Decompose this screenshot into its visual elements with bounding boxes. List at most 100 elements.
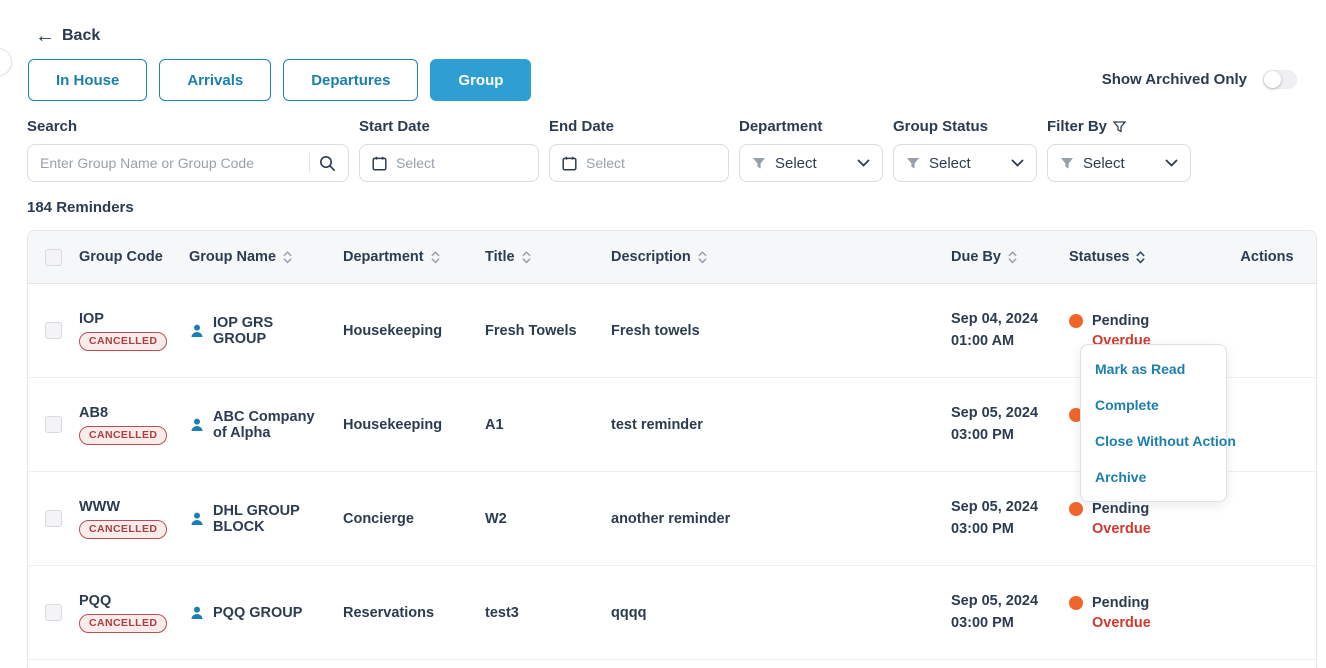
status-badge: CANCELLED bbox=[79, 614, 167, 633]
menu-item-mark-as-read[interactable]: Mark as Read bbox=[1081, 351, 1226, 387]
end-date-placeholder: Select bbox=[586, 155, 625, 171]
sort-icon[interactable] bbox=[698, 251, 707, 264]
end-date-filter: End Date Select bbox=[549, 118, 729, 182]
menu-item-archive[interactable]: Archive bbox=[1081, 459, 1226, 495]
group-code: IOP bbox=[79, 311, 104, 327]
col-statuses[interactable]: Statuses bbox=[1069, 249, 1218, 265]
tab-group[interactable]: Group bbox=[430, 59, 531, 101]
status-badge: CANCELLED bbox=[79, 332, 167, 351]
funnel-icon bbox=[906, 157, 920, 170]
filter-by-filter: Filter By Select bbox=[1047, 118, 1191, 182]
tab-departures[interactable]: Departures bbox=[283, 59, 418, 101]
sort-icon[interactable] bbox=[522, 251, 531, 264]
end-date-label: End Date bbox=[549, 118, 729, 135]
group-code: PQQ bbox=[79, 593, 111, 609]
col-title[interactable]: Title bbox=[485, 249, 611, 265]
col-department[interactable]: Department bbox=[343, 249, 485, 265]
group-code: WWW bbox=[79, 499, 120, 515]
sort-icon[interactable] bbox=[283, 251, 292, 264]
back-arrow-icon: ← bbox=[35, 26, 55, 46]
search-icon[interactable] bbox=[319, 155, 336, 172]
due-date: Sep 04, 2024 bbox=[951, 309, 1055, 330]
group-status-label: Group Status bbox=[893, 118, 1037, 135]
menu-item-complete[interactable]: Complete bbox=[1081, 387, 1226, 423]
chevron-down-icon bbox=[1011, 159, 1024, 167]
col-due-by[interactable]: Due By bbox=[951, 249, 1069, 265]
reminder-description: another reminder bbox=[611, 511, 951, 527]
row-checkbox[interactable] bbox=[45, 416, 62, 433]
tab-in-house[interactable]: In House bbox=[28, 59, 147, 101]
funnel-icon bbox=[1060, 157, 1074, 170]
due-date: Sep 05, 2024 bbox=[951, 591, 1055, 612]
group-name: DHL GROUP BLOCK bbox=[213, 503, 329, 535]
start-date-placeholder: Select bbox=[396, 155, 435, 171]
due-time: 03:00 PM bbox=[951, 519, 1055, 540]
sort-icon-active[interactable] bbox=[1136, 251, 1145, 264]
back-label: Back bbox=[62, 27, 100, 45]
status-badge: CANCELLED bbox=[79, 426, 167, 445]
sort-icon[interactable] bbox=[1008, 251, 1017, 264]
chevron-down-icon bbox=[857, 159, 870, 167]
group-code: AB8 bbox=[79, 405, 108, 421]
row-checkbox[interactable] bbox=[45, 604, 62, 621]
filter-by-label: Filter By bbox=[1047, 118, 1107, 135]
tab-arrivals[interactable]: Arrivals bbox=[159, 59, 271, 101]
calendar-icon bbox=[372, 156, 387, 171]
due-date: Sep 05, 2024 bbox=[951, 403, 1055, 424]
due-time: 03:00 PM bbox=[951, 613, 1055, 634]
department-label: Department bbox=[739, 118, 883, 135]
table-header-row: Group Code Group Name Department Title bbox=[28, 231, 1316, 284]
chevron-down-icon bbox=[1165, 159, 1178, 167]
start-date-label: Start Date bbox=[359, 118, 539, 135]
person-icon bbox=[189, 417, 205, 433]
start-date-input[interactable]: Select bbox=[359, 144, 539, 182]
calendar-icon bbox=[562, 156, 577, 171]
panel-expand-button[interactable]: ‹ bbox=[0, 48, 12, 76]
col-group-name[interactable]: Group Name bbox=[189, 249, 343, 265]
substatus: Overdue bbox=[1092, 615, 1204, 631]
status: Pending bbox=[1092, 313, 1149, 329]
group-name: ABC Company of Alpha bbox=[213, 409, 329, 441]
status: Pending bbox=[1092, 501, 1149, 517]
department: Reservations bbox=[343, 605, 485, 621]
row-checkbox[interactable] bbox=[45, 322, 62, 339]
group-reminders-page: ‹ ← Back In House Arrivals Departures Gr… bbox=[0, 0, 1326, 668]
substatus: Overdue bbox=[1092, 521, 1204, 537]
group-status-select[interactable]: Select bbox=[893, 144, 1037, 182]
start-date-filter: Start Date Select bbox=[359, 118, 539, 182]
reminder-title: W2 bbox=[485, 511, 611, 527]
person-icon bbox=[189, 323, 205, 339]
reminders-count: 184 Reminders bbox=[27, 199, 134, 216]
pending-status-dot bbox=[1069, 314, 1083, 328]
status-badge: CANCELLED bbox=[79, 520, 167, 539]
group-status-value: Select bbox=[929, 155, 971, 172]
group-status-filter: Group Status Select bbox=[893, 118, 1037, 182]
due-date: Sep 05, 2024 bbox=[951, 497, 1055, 518]
reminder-title: A1 bbox=[485, 417, 611, 433]
show-archived-toggle[interactable] bbox=[1263, 70, 1297, 89]
department: Housekeeping bbox=[343, 323, 485, 339]
select-all-checkbox[interactable] bbox=[45, 249, 62, 266]
menu-item-close-without-action[interactable]: Close Without Action bbox=[1081, 423, 1226, 459]
filter-by-value: Select bbox=[1083, 155, 1125, 172]
col-actions: Actions bbox=[1240, 249, 1293, 265]
filter-by-select[interactable]: Select bbox=[1047, 144, 1191, 182]
funnel-outline-icon bbox=[1113, 121, 1126, 133]
search-input[interactable] bbox=[40, 155, 300, 171]
pending-status-dot bbox=[1069, 596, 1083, 610]
back-button[interactable]: ← Back bbox=[35, 26, 100, 46]
search-filter: Search bbox=[27, 118, 349, 182]
sort-icon[interactable] bbox=[431, 251, 440, 264]
reminder-description: Fresh towels bbox=[611, 323, 951, 339]
reminder-description: test reminder bbox=[611, 417, 951, 433]
department-select[interactable]: Select bbox=[739, 144, 883, 182]
group-name: PQQ GROUP bbox=[213, 605, 302, 621]
row-actions-context-menu: Mark as Read Complete Close Without Acti… bbox=[1080, 344, 1227, 502]
row-checkbox[interactable] bbox=[45, 510, 62, 527]
department-value: Select bbox=[775, 155, 817, 172]
person-icon bbox=[189, 511, 205, 527]
end-date-input[interactable]: Select bbox=[549, 144, 729, 182]
person-icon bbox=[189, 605, 205, 621]
table-row: PQQ CANCELLED PQQ GROUP Reservations tes… bbox=[28, 566, 1316, 660]
col-description[interactable]: Description bbox=[611, 249, 951, 265]
